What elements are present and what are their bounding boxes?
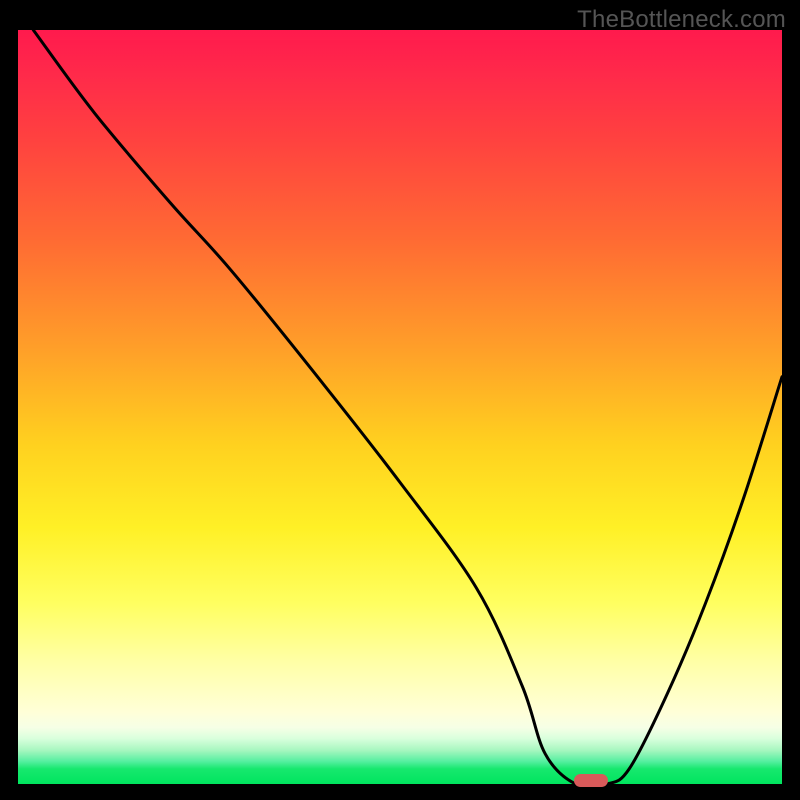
chart-curve bbox=[18, 30, 782, 784]
watermark-text: TheBottleneck.com bbox=[577, 6, 786, 34]
chart-marker-pill bbox=[574, 774, 608, 787]
chart-frame bbox=[18, 30, 782, 784]
